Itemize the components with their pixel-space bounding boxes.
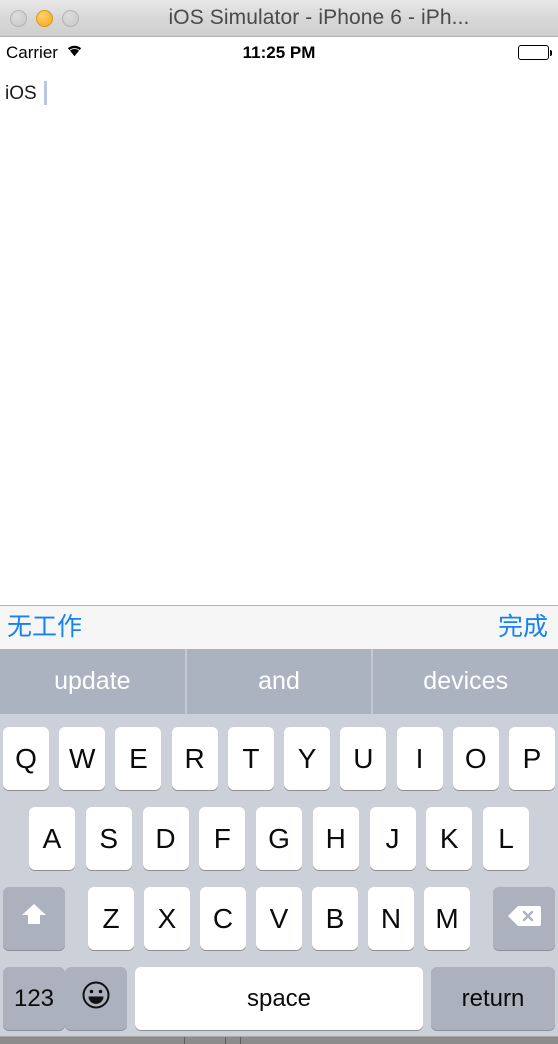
emoji-key[interactable] (65, 967, 127, 1030)
bottom-edge-divider-1 (184, 1037, 185, 1044)
key-n[interactable]: N (368, 887, 414, 950)
key-f[interactable]: F (199, 807, 246, 870)
backspace-key[interactable] (493, 887, 555, 950)
return-key[interactable]: return (431, 967, 555, 1030)
key-o[interactable]: O (452, 727, 499, 790)
window-title: iOS Simulator - iPhone 6 - iPh... (168, 6, 470, 29)
shift-key[interactable] (3, 887, 65, 950)
keyboard-row-1: Q W E R T Y U I O P (0, 723, 558, 794)
key-p[interactable]: P (508, 727, 555, 790)
key-m[interactable]: M (424, 887, 470, 950)
prediction-candidate-3[interactable]: devices (371, 649, 558, 714)
keyboard-row-2: A S D F G H J K L (0, 803, 558, 874)
space-key[interactable]: space (135, 967, 423, 1030)
text-input-field[interactable]: iOS (5, 80, 47, 106)
keyboard-prediction-bar: update and devices (0, 649, 558, 714)
numbers-key[interactable]: 123 (3, 967, 65, 1030)
key-u[interactable]: U (340, 727, 387, 790)
shift-arrow-icon (19, 901, 49, 936)
key-g[interactable]: G (256, 807, 302, 870)
bottom-edge-divider-2 (225, 1037, 226, 1044)
minimize-button-icon[interactable] (36, 9, 53, 27)
key-t[interactable]: T (227, 727, 274, 790)
backspace-delete-icon (507, 903, 541, 935)
window-titlebar: iOS Simulator - iPhone 6 - iPh... (0, 0, 558, 37)
key-i[interactable]: I (396, 727, 443, 790)
key-q[interactable]: Q (3, 727, 49, 790)
accessory-done-button[interactable]: 完成 (498, 615, 548, 640)
status-bar-right (518, 45, 552, 60)
key-b[interactable]: B (312, 887, 358, 950)
text-cursor (43, 81, 47, 105)
key-e[interactable]: E (115, 727, 162, 790)
key-x[interactable]: X (144, 887, 190, 950)
ios-simulator-window: iOS Simulator - iPhone 6 - iPh... Carrie… (0, 0, 558, 1044)
key-w[interactable]: W (59, 727, 106, 790)
ios-status-bar: Carrier 11:25 PM (0, 37, 558, 68)
key-r[interactable]: R (171, 727, 218, 790)
ios-keyboard: Q W E R T Y U I O P A S D F G H J K L Z … (0, 714, 558, 1036)
key-c[interactable]: C (200, 887, 246, 950)
bottom-edge-divider-3 (240, 1037, 241, 1044)
battery-icon (518, 45, 552, 60)
keyboard-accessory-bar: 无工作 完成 (0, 605, 558, 649)
key-d[interactable]: D (142, 807, 189, 870)
window-bottom-edge (0, 1036, 558, 1044)
key-a[interactable]: A (29, 807, 75, 870)
close-button-icon[interactable] (10, 9, 27, 27)
prediction-candidate-2[interactable]: and (184, 649, 372, 714)
key-v[interactable]: V (256, 887, 302, 950)
text-input-value: iOS (5, 82, 37, 104)
keyboard-row-3: Z X C V B N M (0, 883, 558, 954)
prediction-candidate-1[interactable]: update (0, 649, 185, 714)
key-j[interactable]: J (369, 807, 416, 870)
key-s[interactable]: S (85, 807, 132, 870)
status-bar-clock: 11:25 PM (242, 42, 316, 62)
zoom-button-icon[interactable] (62, 9, 79, 27)
accessory-left-button[interactable]: 无工作 (7, 615, 82, 640)
keyboard-row-3-letters: Z X C V B N M (88, 887, 470, 950)
key-h[interactable]: H (312, 807, 359, 870)
key-l[interactable]: L (483, 807, 529, 870)
key-z[interactable]: Z (88, 887, 134, 950)
key-k[interactable]: K (426, 807, 473, 870)
keyboard-row-4: 123 space return (0, 963, 558, 1034)
app-content-area: iOS (0, 68, 558, 605)
window-traffic-lights (10, 9, 79, 27)
smiley-emoji-icon (81, 980, 111, 1017)
key-y[interactable]: Y (284, 727, 331, 790)
